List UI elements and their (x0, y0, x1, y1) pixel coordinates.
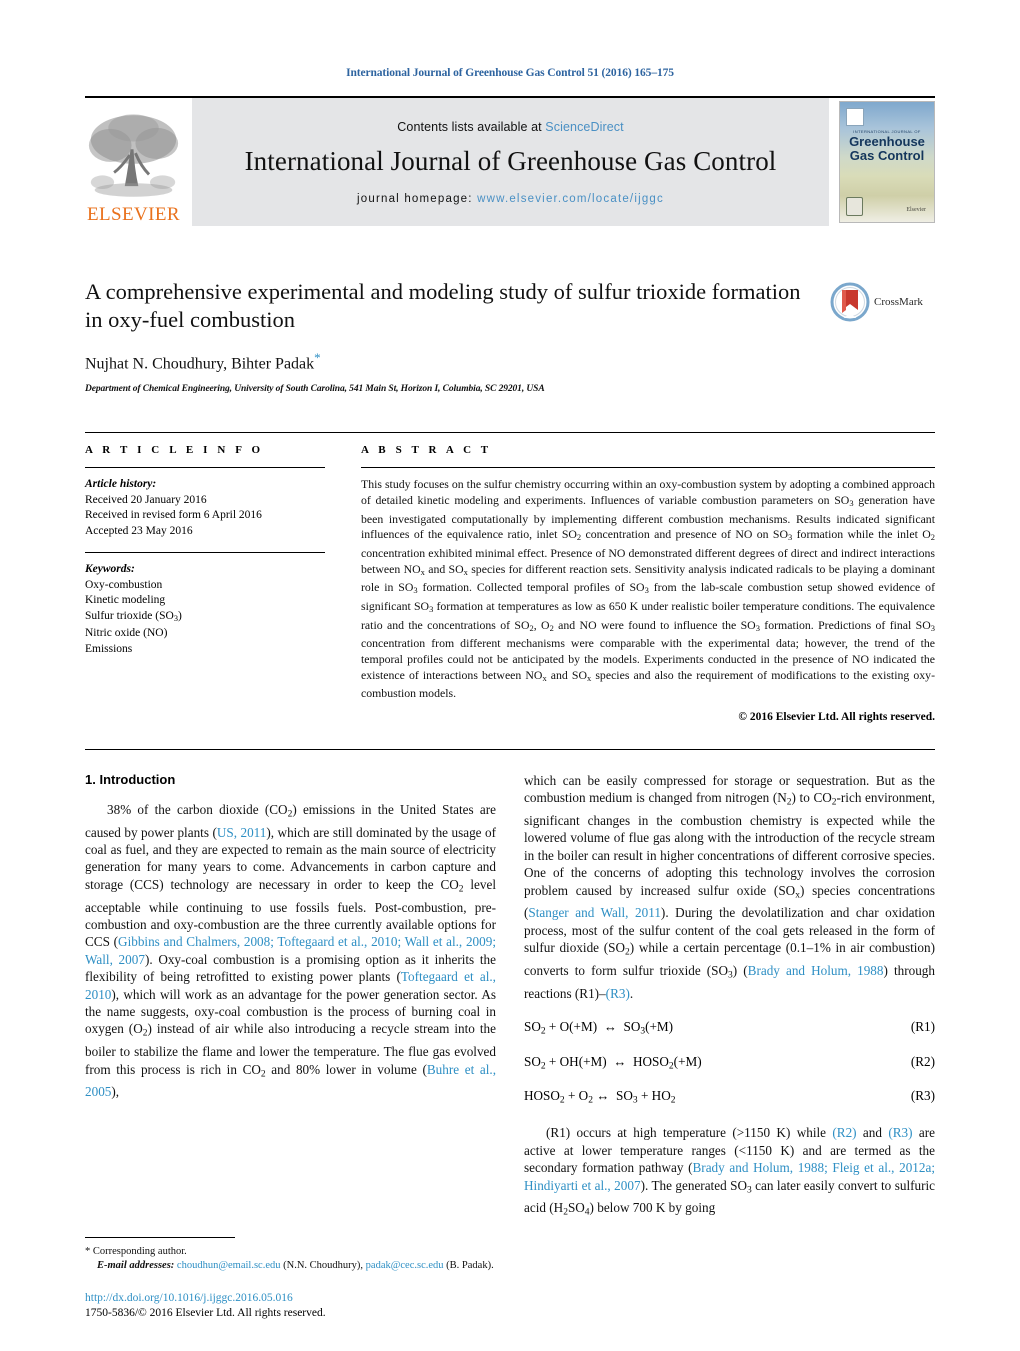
intro-paragraph-left: 38% of the carbon dioxide (CO2) emission… (85, 801, 497, 1100)
author-list: Nujhat N. Choudhury, Bihter Padak* (85, 350, 816, 373)
cover-badge-icon (846, 197, 863, 216)
citation-link[interactable]: Stanger and Wall, 2011 (528, 905, 661, 920)
cover-title-line2: Gas Control (849, 148, 925, 163)
doi-block: http://dx.doi.org/10.1016/j.ijggc.2016.0… (85, 1291, 326, 1321)
journal-title: International Journal of Greenhouse Gas … (244, 145, 777, 176)
doi-link[interactable]: http://dx.doi.org/10.1016/j.ijggc.2016.0… (85, 1291, 326, 1306)
article-info-heading: A R T I C L E I N F O (85, 444, 264, 457)
body-columns: 1. Introduction 38% of the carbon dioxid… (85, 772, 935, 1222)
keywords-divider (85, 552, 325, 554)
info-abstract-section: A R T I C L E I N F O Article history: R… (85, 432, 936, 723)
affiliation: Department of Chemical Engineering, Univ… (85, 384, 545, 395)
abstract-divider (361, 467, 935, 469)
equation-label: (R1) (910, 1019, 935, 1035)
equation-body: SO2 + OH(+M) ↔ HOSO2(+M) (524, 1053, 702, 1071)
equation-row: SO2 + O(+M) ↔ SO3(+M) (R1) (524, 1019, 935, 1036)
contents-available-line: Contents lists available at ScienceDirec… (397, 120, 623, 134)
abstract-column: A B S T R A C T This study focuses on th… (355, 433, 936, 723)
equation-label: (R3) (910, 1087, 935, 1103)
email-label: E-mail addresses: (97, 1260, 175, 1271)
cover-title: Greenhouse Gas Control (840, 135, 934, 163)
corresponding-author-note: * Corresponding author. (85, 1245, 505, 1259)
cover-publisher-mark: Elsevier (906, 207, 926, 213)
history-item: Received 20 January 2016 (85, 493, 207, 506)
citation-link[interactable]: US, 2011 (217, 825, 267, 840)
reaction-link-r3[interactable]: (R3) (606, 986, 630, 1001)
reaction-link-r2[interactable]: (R2) (832, 1125, 856, 1140)
abstract-copyright: © 2016 Elsevier Ltd. All rights reserved… (738, 710, 935, 723)
equation-body: SO2 + O(+M) ↔ SO3(+M) (524, 1019, 674, 1037)
issn-copyright-line: 1750-5836/© 2016 Elsevier Ltd. All right… (85, 1307, 326, 1319)
page-title: A comprehensive experimental and modelin… (85, 279, 801, 332)
citation-link[interactable]: Brady and Holum, 1988; Fleig et al., 201… (524, 1160, 935, 1192)
footnote-block: * Corresponding author. E-mail addresses… (85, 1237, 505, 1273)
email-name-2: (B. Padak). (446, 1260, 494, 1271)
equation-row: SO2 + OH(+M) ↔ HOSO2(+M) (R2) (524, 1054, 935, 1071)
citation-link[interactable]: Gibbins and Chalmers, 2008; Toftegaard e… (85, 934, 496, 966)
keywords-label: Keywords: (85, 563, 135, 576)
abstract-heading: A B S T R A C T (361, 444, 492, 457)
elsevier-logo: ELSEVIER (85, 98, 182, 226)
article-history: Article history: Received 20 January 201… (85, 477, 325, 539)
history-item: Accepted 23 May 2016 (85, 524, 193, 537)
citation-link[interactable]: Brady and Holum, 1988 (748, 963, 884, 978)
email-name-1: (N.N. Choudhury), (283, 1260, 364, 1271)
sciencedirect-link[interactable]: ScienceDirect (545, 120, 623, 134)
running-head: International Journal of Greenhouse Gas … (346, 67, 674, 79)
footnote-divider (85, 1237, 235, 1238)
body-divider (85, 748, 935, 750)
journal-cover-thumbnail: INTERNATIONAL JOURNAL OF Greenhouse Gas … (839, 101, 935, 223)
journal-homepage-line: journal homepage: www.elsevier.com/locat… (357, 193, 664, 205)
cover-title-line1: Greenhouse (849, 134, 925, 149)
history-item: Received in revised form 6 April 2016 (85, 509, 262, 522)
keyword-item: Oxy-combustion (85, 578, 163, 591)
intro-paragraph-right: which can be easily compressed for stora… (524, 772, 935, 1001)
body-column-left: 1. Introduction 38% of the carbon dioxid… (85, 772, 496, 1222)
email-link-2[interactable]: padak@cec.sc.edu (366, 1260, 444, 1271)
contents-prefix: Contents lists available at (397, 119, 546, 134)
crossmark-label: CrossMark (874, 296, 923, 308)
equation-row: HOSO2 + O2 ↔ SO3 + HO2 (R3) (524, 1088, 935, 1105)
citation-link[interactable]: Buhre et al., 2005 (85, 1062, 496, 1100)
body-column-right: which can be easily compressed for stora… (524, 772, 935, 1222)
reaction-link-r3b[interactable]: (R3) (888, 1125, 912, 1140)
title-block: A comprehensive experimental and modelin… (85, 278, 935, 394)
keywords-list: Keywords: Oxy-combustion Kinetic modelin… (85, 562, 325, 657)
introduction-heading: 1. Introduction (85, 771, 176, 787)
equation-label: (R2) (910, 1053, 935, 1069)
crossmark-badge[interactable]: CrossMark (830, 278, 935, 322)
title-main: A comprehensive experimental and modelin… (85, 278, 830, 394)
keyword-item: Emissions (85, 642, 133, 655)
masthead-banner: Contents lists available at ScienceDirec… (192, 98, 829, 226)
keyword-item: Sulfur trioxide (SO3) (85, 609, 182, 623)
keyword-item: Kinetic modeling (85, 594, 166, 607)
journal-masthead: ELSEVIER Contents lists available at Sci… (85, 96, 935, 226)
article-info-column: A R T I C L E I N F O Article history: R… (85, 433, 355, 722)
keyword-item: Nitric oxide (NO) (85, 627, 168, 640)
crossmark-icon (830, 282, 870, 322)
abstract-text: This study focuses on the sulfur chemist… (361, 477, 936, 701)
elsevier-wordmark: ELSEVIER (87, 204, 180, 225)
email-link-1[interactable]: choudhun@email.sc.edu (177, 1260, 281, 1271)
citation-link[interactable]: Toftegaard et al., 2010 (85, 969, 496, 1001)
author-names: Nujhat N. Choudhury, Bihter Padak (85, 355, 315, 373)
corresponding-author-text: * Corresponding author. (85, 1246, 187, 1257)
homepage-url-link[interactable]: www.elsevier.com/locate/ijggc (477, 193, 664, 205)
intro-paragraph-right-2: (R1) occurs at high temperature (>1150 K… (524, 1125, 936, 1218)
corresponding-author-marker: * (314, 350, 321, 365)
equation-body: HOSO2 + O2 ↔ SO3 + HO2 (524, 1087, 676, 1106)
article-history-label: Article history: (85, 478, 157, 491)
cover-elsevier-icon (846, 108, 864, 126)
homepage-prefix: journal homepage: (357, 192, 478, 205)
article-info-divider (85, 467, 325, 469)
paper-page: International Journal of Greenhouse Gas … (0, 0, 1020, 1351)
elsevier-tree-icon (85, 110, 182, 204)
email-note: E-mail addresses: choudhun@email.sc.edu … (85, 1259, 505, 1273)
